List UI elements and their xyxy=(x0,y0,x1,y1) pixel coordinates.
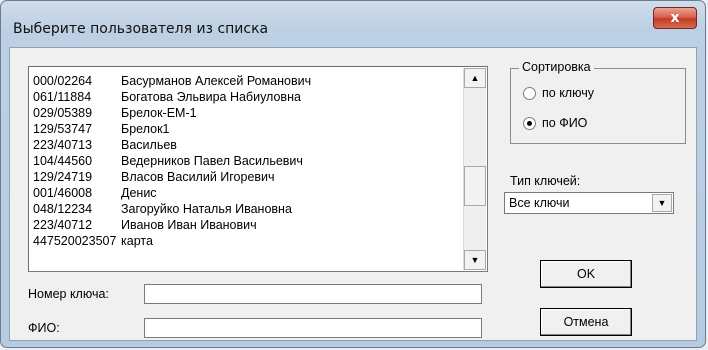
user-name: Загоруйко Наталья Ивановна xyxy=(121,202,292,216)
user-key: 061/11884 xyxy=(33,90,92,104)
dialog-window: Выберите пользователя из списка x 000/02… xyxy=(0,0,706,348)
user-name: Басурманов Алексей Романович xyxy=(121,74,312,88)
key-number-label: Номер ключа: xyxy=(28,287,109,301)
arrow-down-icon: ▼ xyxy=(470,255,480,265)
key-number-input[interactable] xyxy=(144,284,482,304)
list-item[interactable]: 061/11884 Богатова Эльвира Набиуловна xyxy=(33,89,461,105)
users-listbox[interactable]: 000/02264 Басурманов Алексей Романович 061… xyxy=(28,66,488,272)
title-bar[interactable]: Выберите пользователя из списка x xyxy=(1,1,705,41)
key-type-dropdown-button[interactable]: ▼ xyxy=(652,194,672,212)
list-item[interactable]: 029/05389 Брелок-ЕМ-1 xyxy=(33,105,461,121)
chevron-down-icon: ▼ xyxy=(657,198,667,208)
full-name-input[interactable] xyxy=(144,318,482,338)
vertical-scrollbar[interactable]: ▲ ▼ xyxy=(463,68,486,270)
key-type-label: Тип ключей: xyxy=(510,174,581,188)
sort-by-name-radio[interactable] xyxy=(523,117,536,131)
scroll-up-button[interactable]: ▲ xyxy=(464,68,486,88)
list-item[interactable]: 129/24719 Власов Василий Игоревич xyxy=(33,169,461,185)
window-title: Выберите пользователя из списка xyxy=(13,21,269,37)
user-key: 129/53747 xyxy=(33,122,93,136)
user-key: 104/44560 xyxy=(33,154,93,168)
list-item[interactable]: 104/44560 Ведерников Павел Васильевич xyxy=(33,153,461,169)
sort-by-key-option[interactable]: по ключу xyxy=(523,85,594,101)
arrow-up-icon: ▲ xyxy=(470,73,480,83)
user-key: 048/12234 xyxy=(33,202,93,216)
dialog-client-area: 000/02264 Басурманов Алексей Романович 061… xyxy=(9,47,697,341)
user-key: 223/40713 xyxy=(33,138,93,152)
scroll-thumb[interactable] xyxy=(464,166,486,206)
sort-by-key-radio[interactable] xyxy=(523,87,536,101)
ok-button[interactable]: OK xyxy=(540,260,632,288)
user-name: Денис xyxy=(121,186,157,200)
list-item[interactable]: 129/53747 Брелок1 xyxy=(33,121,461,137)
key-type-select[interactable]: Все ключи ▼ xyxy=(504,192,674,214)
user-name: Власов Василий Игоревич xyxy=(121,170,275,184)
user-key: 129/24719 xyxy=(33,170,93,184)
user-name: Брелок1 xyxy=(121,122,170,136)
user-name: Иванов Иван Иванович xyxy=(121,218,257,232)
user-name: Брелок-ЕМ-1 xyxy=(121,106,197,120)
user-name: Ведерников Павел Васильевич xyxy=(121,154,303,168)
user-key: 223/40712 xyxy=(33,218,93,232)
close-button[interactable]: x xyxy=(653,7,697,29)
user-name: карта xyxy=(121,234,153,248)
list-item[interactable]: 447520023507 карта xyxy=(33,233,461,249)
list-item[interactable]: 001/46008 Денис xyxy=(33,185,461,201)
sorting-groupbox: Сортировка по ключу по ФИО xyxy=(510,60,686,144)
scroll-down-button[interactable]: ▼ xyxy=(464,250,486,270)
user-name: Васильев xyxy=(121,138,177,152)
user-key: 447520023507 xyxy=(33,234,117,248)
user-key: 000/02264 xyxy=(33,74,93,88)
list-item[interactable]: 223/40713 Васильев xyxy=(33,137,461,153)
sort-by-key-label: по ключу xyxy=(542,86,594,100)
users-list: 000/02264 Басурманов Алексей Романович 061… xyxy=(33,73,461,249)
key-type-value: Все ключи xyxy=(509,196,570,210)
sort-by-name-label: по ФИО xyxy=(542,116,588,130)
full-name-label: ФИО: xyxy=(28,321,60,335)
user-key: 001/46008 xyxy=(33,186,93,200)
sorting-title: Сортировка xyxy=(519,60,594,74)
close-icon: x xyxy=(670,10,680,26)
list-item[interactable]: 048/12234 Загоруйко Наталья Ивановна xyxy=(33,201,461,217)
user-key: 029/05389 xyxy=(33,106,93,120)
list-item[interactable]: 000/02264 Басурманов Алексей Романович xyxy=(33,73,461,89)
cancel-button[interactable]: Отмена xyxy=(540,308,632,336)
sort-by-name-option[interactable]: по ФИО xyxy=(523,115,587,131)
list-item[interactable]: 223/40712 Иванов Иван Иванович xyxy=(33,217,461,233)
user-name: Богатова Эльвира Набиуловна xyxy=(121,90,301,104)
